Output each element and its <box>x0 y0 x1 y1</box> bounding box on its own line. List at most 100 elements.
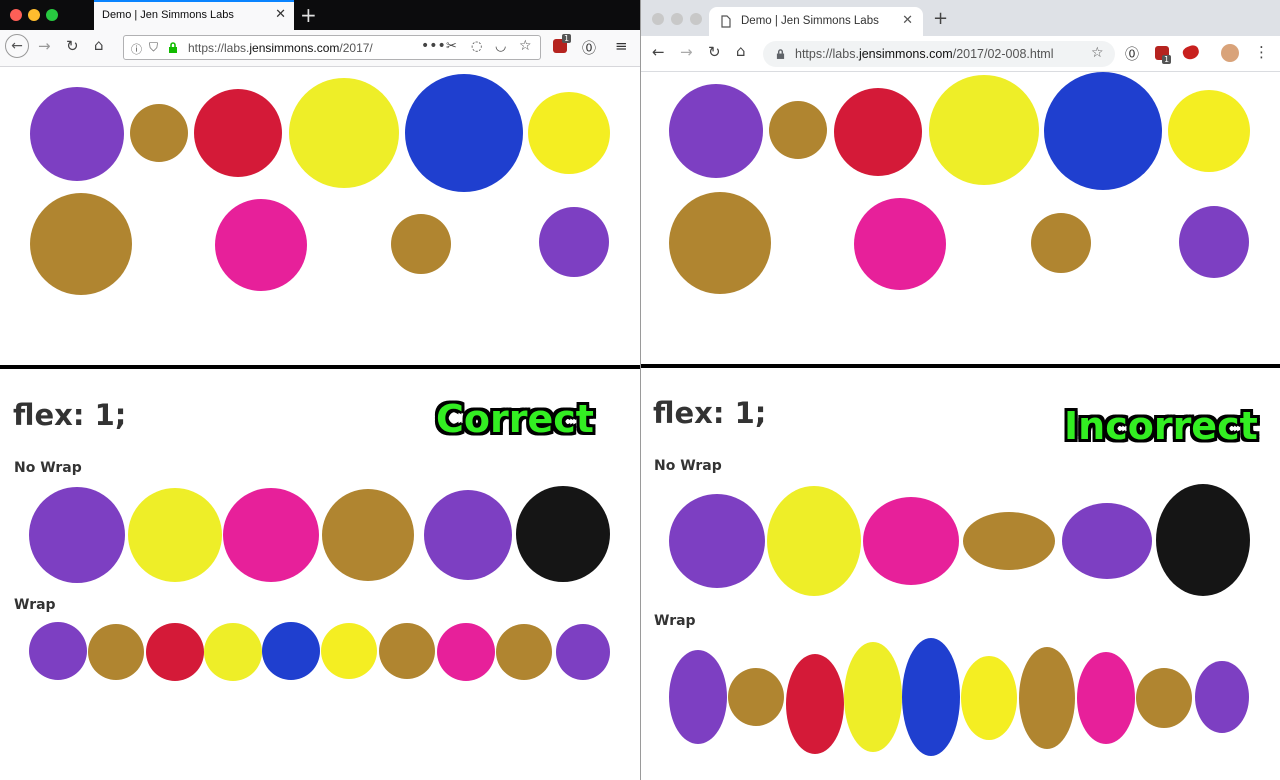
url-bar[interactable]: ⓘ ⛉ https://labs.jensimmons.com/2017/ ••… <box>123 35 541 60</box>
omnibox[interactable]: https://labs.jensimmons.com/2017/02-008.… <box>763 41 1115 67</box>
maximize-window-icon[interactable] <box>690 13 702 25</box>
circle <box>1168 90 1250 172</box>
ellipse <box>1195 661 1249 733</box>
bookmark-star-icon[interactable]: ☆ <box>1091 45 1104 61</box>
circle <box>379 623 435 679</box>
circle <box>29 622 87 680</box>
screenshot-icon[interactable]: ✂ <box>446 39 457 54</box>
bookmark-star-icon[interactable]: ☆ <box>519 38 532 54</box>
circle <box>391 214 451 274</box>
circle <box>1031 213 1091 273</box>
reload-icon[interactable]: ↻ <box>708 43 721 61</box>
onepassword-icon[interactable]: ⓪ <box>1125 44 1139 64</box>
circle <box>769 101 827 159</box>
forward-arrow-icon[interactable]: → <box>680 43 693 61</box>
new-tab-icon[interactable]: + <box>300 3 317 27</box>
browser-tab[interactable]: Demo | Jen Simmons Labs ✕ <box>94 0 294 30</box>
page-actions-icon[interactable]: ••• <box>421 38 446 54</box>
home-icon[interactable]: ⌂ <box>94 36 104 54</box>
ellipse <box>1077 652 1135 744</box>
circle <box>262 622 320 680</box>
firefox-tab-bar: Demo | Jen Simmons Labs ✕ + <box>0 0 640 30</box>
circle <box>194 89 282 177</box>
shield-icon[interactable]: ⛉ <box>149 40 158 55</box>
maximize-window-icon[interactable] <box>46 9 58 21</box>
circle <box>539 207 609 277</box>
url-text: https://labs.jensimmons.com/2017/ <box>188 41 373 55</box>
section-divider <box>641 364 1280 368</box>
ellipse <box>767 486 861 596</box>
extension-badge: 1 <box>1162 55 1172 64</box>
circle <box>405 74 523 192</box>
tab-title: Demo | Jen Simmons Labs <box>102 9 234 21</box>
nowrap-label: No Wrap <box>654 458 722 474</box>
circle <box>854 198 946 290</box>
extension-badge: 1 <box>562 34 572 43</box>
new-tab-icon[interactable]: + <box>933 8 948 29</box>
circle <box>516 486 610 582</box>
minimize-window-icon[interactable] <box>28 9 40 21</box>
avatar[interactable] <box>1221 44 1239 62</box>
chrome-window: Demo | Jen Simmons Labs ✕ + ← → ↻ ⌂ http… <box>641 0 1280 780</box>
circle <box>929 75 1039 185</box>
ellipse <box>963 512 1055 570</box>
chrome-nav-bar: ← → ↻ ⌂ https://labs.jensimmons.com/2017… <box>641 36 1280 72</box>
circle <box>321 623 377 679</box>
close-window-icon[interactable] <box>652 13 664 25</box>
reload-icon[interactable]: ↻ <box>66 37 79 55</box>
browser-tab[interactable]: Demo | Jen Simmons Labs ✕ <box>709 7 923 36</box>
circle <box>1044 72 1162 190</box>
ellipse <box>728 668 784 726</box>
circle <box>88 624 144 680</box>
lock-icon <box>169 42 177 53</box>
back-arrow-icon[interactable]: ← <box>5 34 29 58</box>
circle <box>223 488 319 582</box>
nowrap-label: No Wrap <box>14 460 82 476</box>
menu-icon[interactable]: ⋮ <box>1254 43 1269 61</box>
home-icon[interactable]: ⌂ <box>736 42 746 60</box>
lightbulb-icon[interactable]: ◌ <box>471 39 482 54</box>
circle <box>215 199 307 291</box>
verdict-badge: Incorrect <box>1064 404 1258 448</box>
close-window-icon[interactable] <box>10 9 22 21</box>
ellipse <box>902 638 960 756</box>
close-tab-icon[interactable]: ✕ <box>902 13 913 28</box>
section-divider <box>0 365 640 369</box>
menu-icon[interactable]: ≡ <box>615 37 628 55</box>
onepassword-icon[interactable]: ⓪ <box>582 38 596 58</box>
lock-icon <box>776 49 785 59</box>
circle <box>146 623 204 681</box>
info-icon[interactable]: ⓘ <box>131 41 142 57</box>
circle <box>556 624 610 680</box>
ellipse <box>669 494 765 588</box>
ellipse <box>1019 647 1075 749</box>
circle <box>669 84 763 178</box>
lastpass-icon[interactable] <box>1181 43 1201 62</box>
circle <box>528 92 610 174</box>
ellipse <box>1156 484 1250 596</box>
firefox-nav-bar: ← → ↻ ⌂ ⓘ ⛉ https://labs.jensimmons.com/… <box>0 30 640 67</box>
ellipse <box>863 497 959 585</box>
ellipse <box>961 656 1017 740</box>
ellipse <box>669 650 727 744</box>
circle <box>30 193 132 295</box>
wrap-label: Wrap <box>654 613 696 629</box>
ellipse <box>844 642 902 752</box>
url-text: https://labs.jensimmons.com/2017/02-008.… <box>795 47 1054 61</box>
circle <box>130 104 188 162</box>
demo-heading: flex: 1; <box>653 396 767 430</box>
forward-arrow-icon[interactable]: → <box>38 37 51 55</box>
circle <box>29 487 125 583</box>
ellipse <box>786 654 844 754</box>
circle <box>204 623 262 681</box>
ellipse <box>1062 503 1152 579</box>
pocket-icon[interactable]: ◡ <box>495 39 506 54</box>
circle <box>128 488 222 582</box>
ellipse <box>1136 668 1192 728</box>
demo-heading: flex: 1; <box>13 398 127 432</box>
minimize-window-icon[interactable] <box>671 13 683 25</box>
verdict-badge: Correct <box>436 397 594 441</box>
page-icon <box>721 15 731 28</box>
close-tab-icon[interactable]: ✕ <box>275 7 286 22</box>
back-arrow-icon[interactable]: ← <box>652 43 665 61</box>
